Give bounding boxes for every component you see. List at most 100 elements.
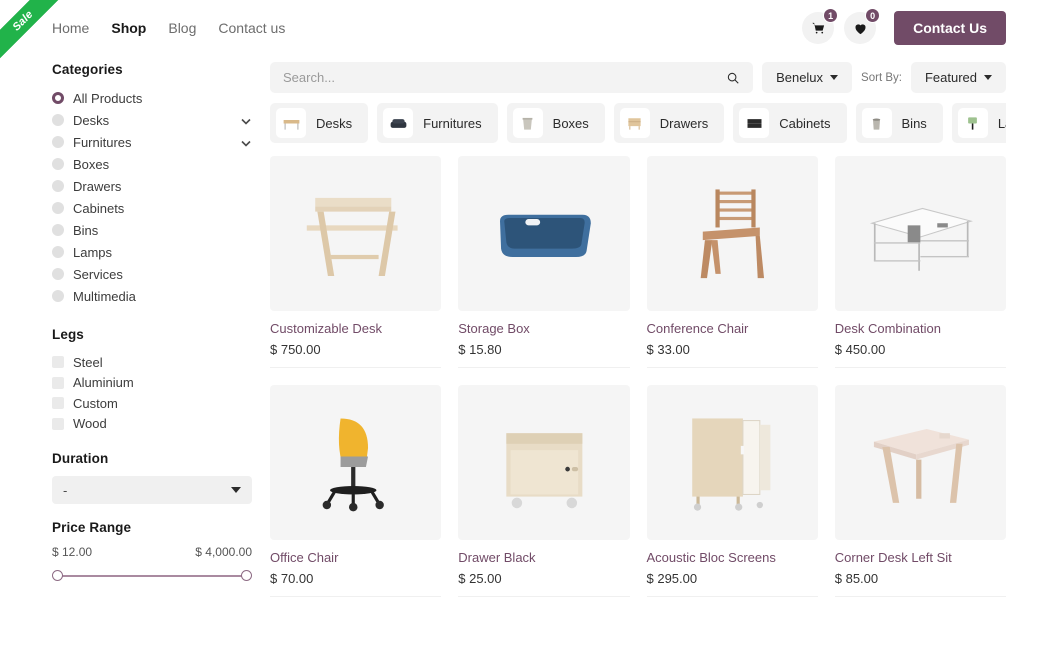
product-card[interactable]: Corner Desk Left Sit $ 85.00 (834, 385, 1006, 597)
legs-title: Legs (52, 327, 84, 342)
chip-drawers[interactable]: Drawers (613, 103, 725, 143)
sidebar-item-services[interactable]: Services (52, 263, 252, 285)
category-label: Lamps (73, 244, 113, 260)
checkbox-icon[interactable] (52, 417, 64, 430)
product-title[interactable]: Office Chair (270, 550, 441, 565)
site-header: Home Shop Blog Contact us 1 0 Contact Us (0, 0, 1046, 56)
category-chips: Desks Furnitures Boxes Drawers Cabinets … (270, 103, 1006, 143)
product-image[interactable] (834, 156, 1006, 311)
sidebar-item-bins[interactable]: Bins (52, 219, 252, 241)
price-range-slider[interactable] (52, 570, 252, 582)
search-bar[interactable] (270, 62, 754, 93)
product-card[interactable]: Office Chair $ 70.00 (270, 385, 442, 597)
product-image[interactable] (646, 385, 818, 540)
checkbox-icon[interactable] (52, 376, 64, 389)
chip-lamps[interactable]: Lamps (951, 103, 1006, 143)
checkbox-icon[interactable] (52, 356, 64, 369)
wishlist-button[interactable]: 0 (844, 8, 881, 44)
product-image[interactable] (270, 156, 442, 311)
sidebar-item-desks[interactable]: Desks (52, 109, 252, 131)
duration-title: Duration (52, 451, 109, 466)
sidebar-item-all-products[interactable]: All Products (52, 87, 252, 109)
sidebar-item-drawers[interactable]: Drawers (52, 175, 252, 197)
radio-icon[interactable] (52, 246, 64, 258)
legs-option-custom[interactable]: Custom (52, 393, 252, 414)
category-label: Boxes (73, 156, 110, 172)
product-image[interactable] (458, 156, 630, 311)
cart-button[interactable]: 1 (802, 8, 839, 44)
sort-by-label: Sort By: (861, 71, 902, 84)
categories-title: Categories (52, 62, 123, 77)
shop-main: Benelux Sort By: Featured Desks Furnitur… (0, 0, 1006, 597)
nav-item-shop[interactable]: Shop (111, 20, 146, 36)
sidebar-item-multimedia[interactable]: Multimedia (52, 285, 252, 307)
screens-image (691, 418, 771, 511)
price-range-title: Price Range (52, 520, 132, 535)
chip-desks[interactable]: Desks (270, 103, 369, 143)
product-price: $ 295.00 (646, 571, 818, 597)
product-grid: New! Customizable Desk $ 750.00 Storage … (0, 0, 1006, 597)
product-title[interactable]: Storage Box (458, 321, 629, 336)
radio-icon[interactable] (52, 180, 64, 192)
search-input[interactable] (283, 70, 727, 85)
radio-icon[interactable] (52, 92, 64, 104)
category-label: Multimedia (73, 288, 136, 304)
duration-select[interactable]: - (52, 476, 252, 504)
chip-cabinets[interactable]: Cabinets (733, 103, 847, 143)
sidebar-item-boxes[interactable]: Boxes (52, 153, 252, 175)
legs-option-aluminium[interactable]: Aluminium (52, 373, 252, 394)
radio-icon[interactable] (52, 268, 64, 280)
chevron-down-icon[interactable] (240, 114, 252, 126)
chevron-down-icon (984, 75, 992, 80)
drawer-image (505, 432, 582, 508)
radio-icon[interactable] (52, 202, 64, 214)
sidebar-item-lamps[interactable]: Lamps (52, 241, 252, 263)
product-card[interactable]: Sale Desk Combination $ 450.00 (0, 0, 1006, 368)
cart-icon (811, 22, 824, 33)
product-title[interactable]: Customizable Desk (270, 321, 441, 336)
product-title[interactable]: Conference Chair (647, 321, 818, 336)
category-label: Desks (73, 112, 110, 128)
sort-dropdown[interactable]: Featured (910, 62, 1006, 93)
product-card[interactable]: Sale Conference Chair $ 33.00 (0, 0, 818, 368)
nav-item-home[interactable]: Home (52, 20, 89, 36)
product-image[interactable] (458, 385, 630, 540)
sidebar-item-furnitures[interactable]: Furnitures (52, 131, 252, 153)
product-image[interactable] (834, 385, 1006, 540)
region-dropdown[interactable]: Benelux (762, 62, 853, 93)
legs-option-steel[interactable]: Steel (52, 352, 252, 373)
search-icon[interactable] (726, 71, 740, 85)
legs-option-label: Steel (73, 354, 103, 370)
slider-handle-min[interactable] (52, 570, 63, 581)
office-chair-image (322, 418, 385, 512)
product-title[interactable]: Drawer Black (458, 550, 629, 565)
desk-wood-image (307, 197, 398, 276)
sidebar-item-cabinets[interactable]: Cabinets (52, 197, 252, 219)
radio-icon[interactable] (52, 290, 64, 302)
desk-icon (276, 108, 306, 138)
radio-icon[interactable] (52, 224, 64, 236)
chevron-down-icon[interactable] (240, 136, 252, 148)
product-image[interactable] (270, 385, 442, 540)
chip-bins[interactable]: Bins (855, 103, 943, 143)
product-card[interactable]: New! Customizable Desk $ 750.00 (0, 0, 442, 368)
nav-item-blog[interactable]: Blog (168, 20, 196, 36)
product-image[interactable] (646, 156, 818, 311)
chip-furnitures[interactable]: Furnitures (377, 103, 498, 143)
product-card[interactable]: Storage Box $ 15.80 (458, 156, 630, 368)
product-title[interactable]: Corner Desk Left Sit (835, 550, 1006, 565)
contact-us-button[interactable]: Contact Us (894, 11, 1006, 45)
chip-label: Drawers (659, 115, 709, 131)
chip-boxes[interactable]: Boxes (506, 103, 605, 143)
radio-icon[interactable] (52, 136, 64, 148)
legs-option-wood[interactable]: Wood (52, 414, 252, 435)
radio-icon[interactable] (52, 114, 64, 126)
product-title[interactable]: Desk Combination (835, 321, 1006, 336)
product-title[interactable]: Acoustic Bloc Screens (647, 550, 818, 565)
checkbox-icon[interactable] (52, 397, 64, 410)
radio-icon[interactable] (52, 158, 64, 170)
product-card[interactable]: Drawer Black $ 25.00 (458, 385, 630, 597)
nav-item-contact-us[interactable]: Contact us (218, 20, 285, 36)
product-card[interactable]: Acoustic Bloc Screens $ 295.00 (646, 385, 818, 597)
slider-handle-max[interactable] (241, 570, 252, 581)
